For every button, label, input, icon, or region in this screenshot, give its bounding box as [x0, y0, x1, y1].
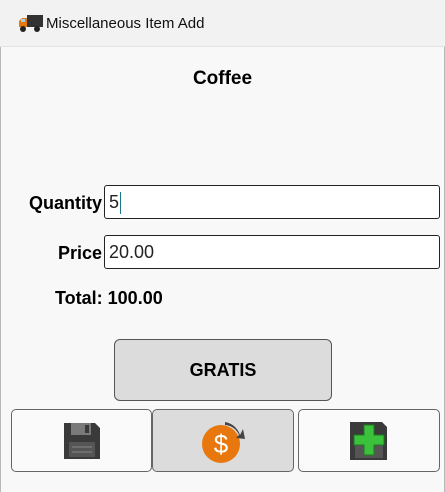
- price-button[interactable]: $: [152, 409, 294, 472]
- add-plus-icon: [350, 421, 387, 460]
- total-text: Total: 100.00: [55, 288, 163, 308]
- delivery-truck-icon: [19, 15, 43, 32]
- window-title: Miscellaneous Item Add: [46, 15, 205, 32]
- title-bar: Miscellaneous Item Add: [0, 0, 445, 47]
- dollar-coin-icon: $: [202, 421, 245, 463]
- price-label: Price: [57, 243, 102, 263]
- svg-text:$: $: [214, 429, 229, 459]
- price-value: 20.00: [109, 242, 155, 262]
- quantity-label: Quantity: [28, 193, 102, 213]
- price-input[interactable]: 20.00: [104, 235, 440, 269]
- left-border: [0, 47, 1, 492]
- text-cursor: [120, 192, 122, 215]
- gratis-button[interactable]: GRATIS: [114, 339, 332, 401]
- save-button[interactable]: [11, 409, 152, 472]
- add-item-button[interactable]: [298, 409, 440, 472]
- quantity-value: 5: [109, 192, 120, 212]
- floppy-disk-icon: [63, 422, 100, 459]
- item-name: Coffee: [192, 68, 253, 89]
- quantity-input[interactable]: 5: [104, 185, 440, 219]
